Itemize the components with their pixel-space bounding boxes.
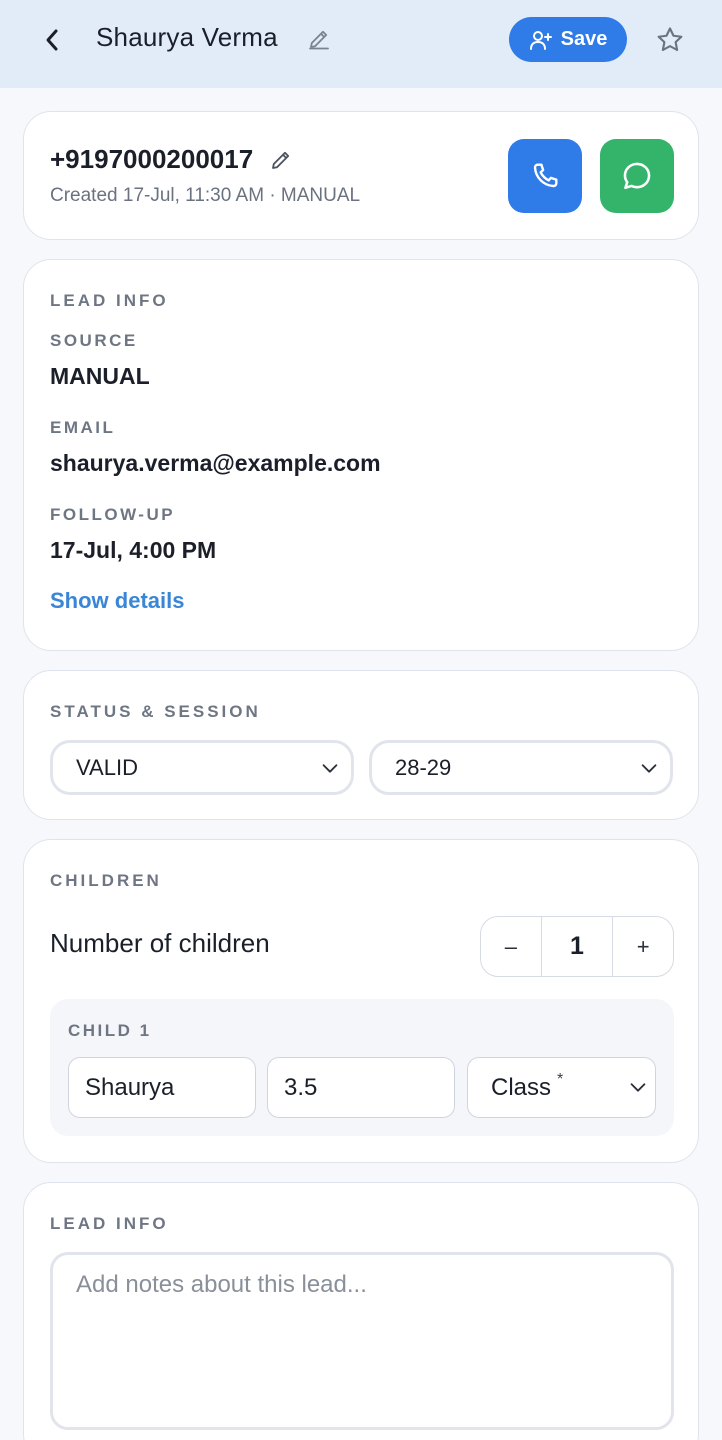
edit-phone-button[interactable] (266, 145, 296, 175)
save-button[interactable]: Save (509, 17, 627, 62)
status-select[interactable]: VALID (50, 740, 354, 795)
chat-bubble-icon (623, 162, 651, 190)
chevron-down-icon (630, 1083, 646, 1092)
status-session-card: STATUS & SESSION VALID 28-29 (23, 670, 699, 820)
whatsapp-button[interactable] (600, 139, 674, 213)
created-info: Created 17-Jul, 11:30 AM · MANUAL (50, 185, 361, 206)
phone-number: +9197000200017 (50, 144, 254, 174)
status-session-heading: STATUS & SESSION (50, 702, 261, 721)
top-bar: Shaurya Verma Save (0, 0, 722, 88)
user-plus-icon (529, 30, 552, 50)
followup-label: FOLLOW-UP (50, 505, 176, 524)
session-select[interactable]: 28-29 (369, 740, 673, 795)
notes-textarea[interactable]: Add notes about this lead... (50, 1252, 674, 1430)
required-marker: * (557, 1070, 564, 1088)
increment-button[interactable]: + (613, 917, 673, 976)
chevron-down-icon (322, 764, 338, 773)
source-value: MANUAL (50, 363, 150, 389)
child-class-select[interactable]: Class * (467, 1057, 656, 1118)
call-button[interactable] (508, 139, 582, 213)
children-count-stepper: – 1 + (480, 916, 674, 977)
pencil-icon (309, 30, 329, 50)
star-icon (657, 27, 683, 52)
pencil-icon (272, 151, 290, 169)
status-select-value: VALID (76, 754, 138, 780)
page-title: Shaurya Verma (96, 22, 278, 52)
child-title: CHILD 1 (68, 1021, 152, 1040)
email-label: EMAIL (50, 418, 116, 437)
children-count-label: Number of children (50, 928, 270, 958)
source-label: SOURCE (50, 331, 138, 350)
chevron-down-icon (641, 764, 657, 773)
followup-value: 17-Jul, 4:00 PM (50, 537, 217, 563)
save-button-label: Save (560, 28, 608, 50)
chevron-left-icon (46, 29, 58, 51)
lead-info-card: LEAD INFO SOURCE MANUAL EMAIL shaurya.ve… (23, 259, 699, 651)
children-heading: CHILDREN (50, 871, 162, 890)
notes-card: LEAD INFO Add notes about this lead... (23, 1182, 699, 1440)
back-button[interactable] (36, 22, 68, 58)
email-value: shaurya.verma@example.com (50, 450, 381, 476)
child-name-input[interactable]: Shaurya (68, 1057, 256, 1118)
phone-icon (533, 163, 558, 188)
child-entry: CHILD 1 Shaurya 3.5 Class * (50, 999, 674, 1136)
session-select-value: 28-29 (395, 754, 452, 780)
children-count-value: 1 (540, 917, 614, 976)
child-age-input[interactable]: 3.5 (267, 1057, 455, 1118)
decrement-button[interactable]: – (481, 917, 541, 976)
edit-name-button[interactable] (304, 24, 334, 54)
contact-card: +9197000200017 Created 17-Jul, 11:30 AM … (23, 111, 699, 240)
class-select-placeholder: Class (491, 1073, 552, 1101)
children-card: CHILDREN Number of children – 1 + CHILD … (23, 839, 699, 1163)
show-details-link[interactable]: Show details (50, 588, 184, 614)
favorite-button[interactable] (652, 22, 688, 58)
notes-heading: LEAD INFO (50, 1214, 169, 1233)
lead-info-heading: LEAD INFO (50, 291, 169, 310)
